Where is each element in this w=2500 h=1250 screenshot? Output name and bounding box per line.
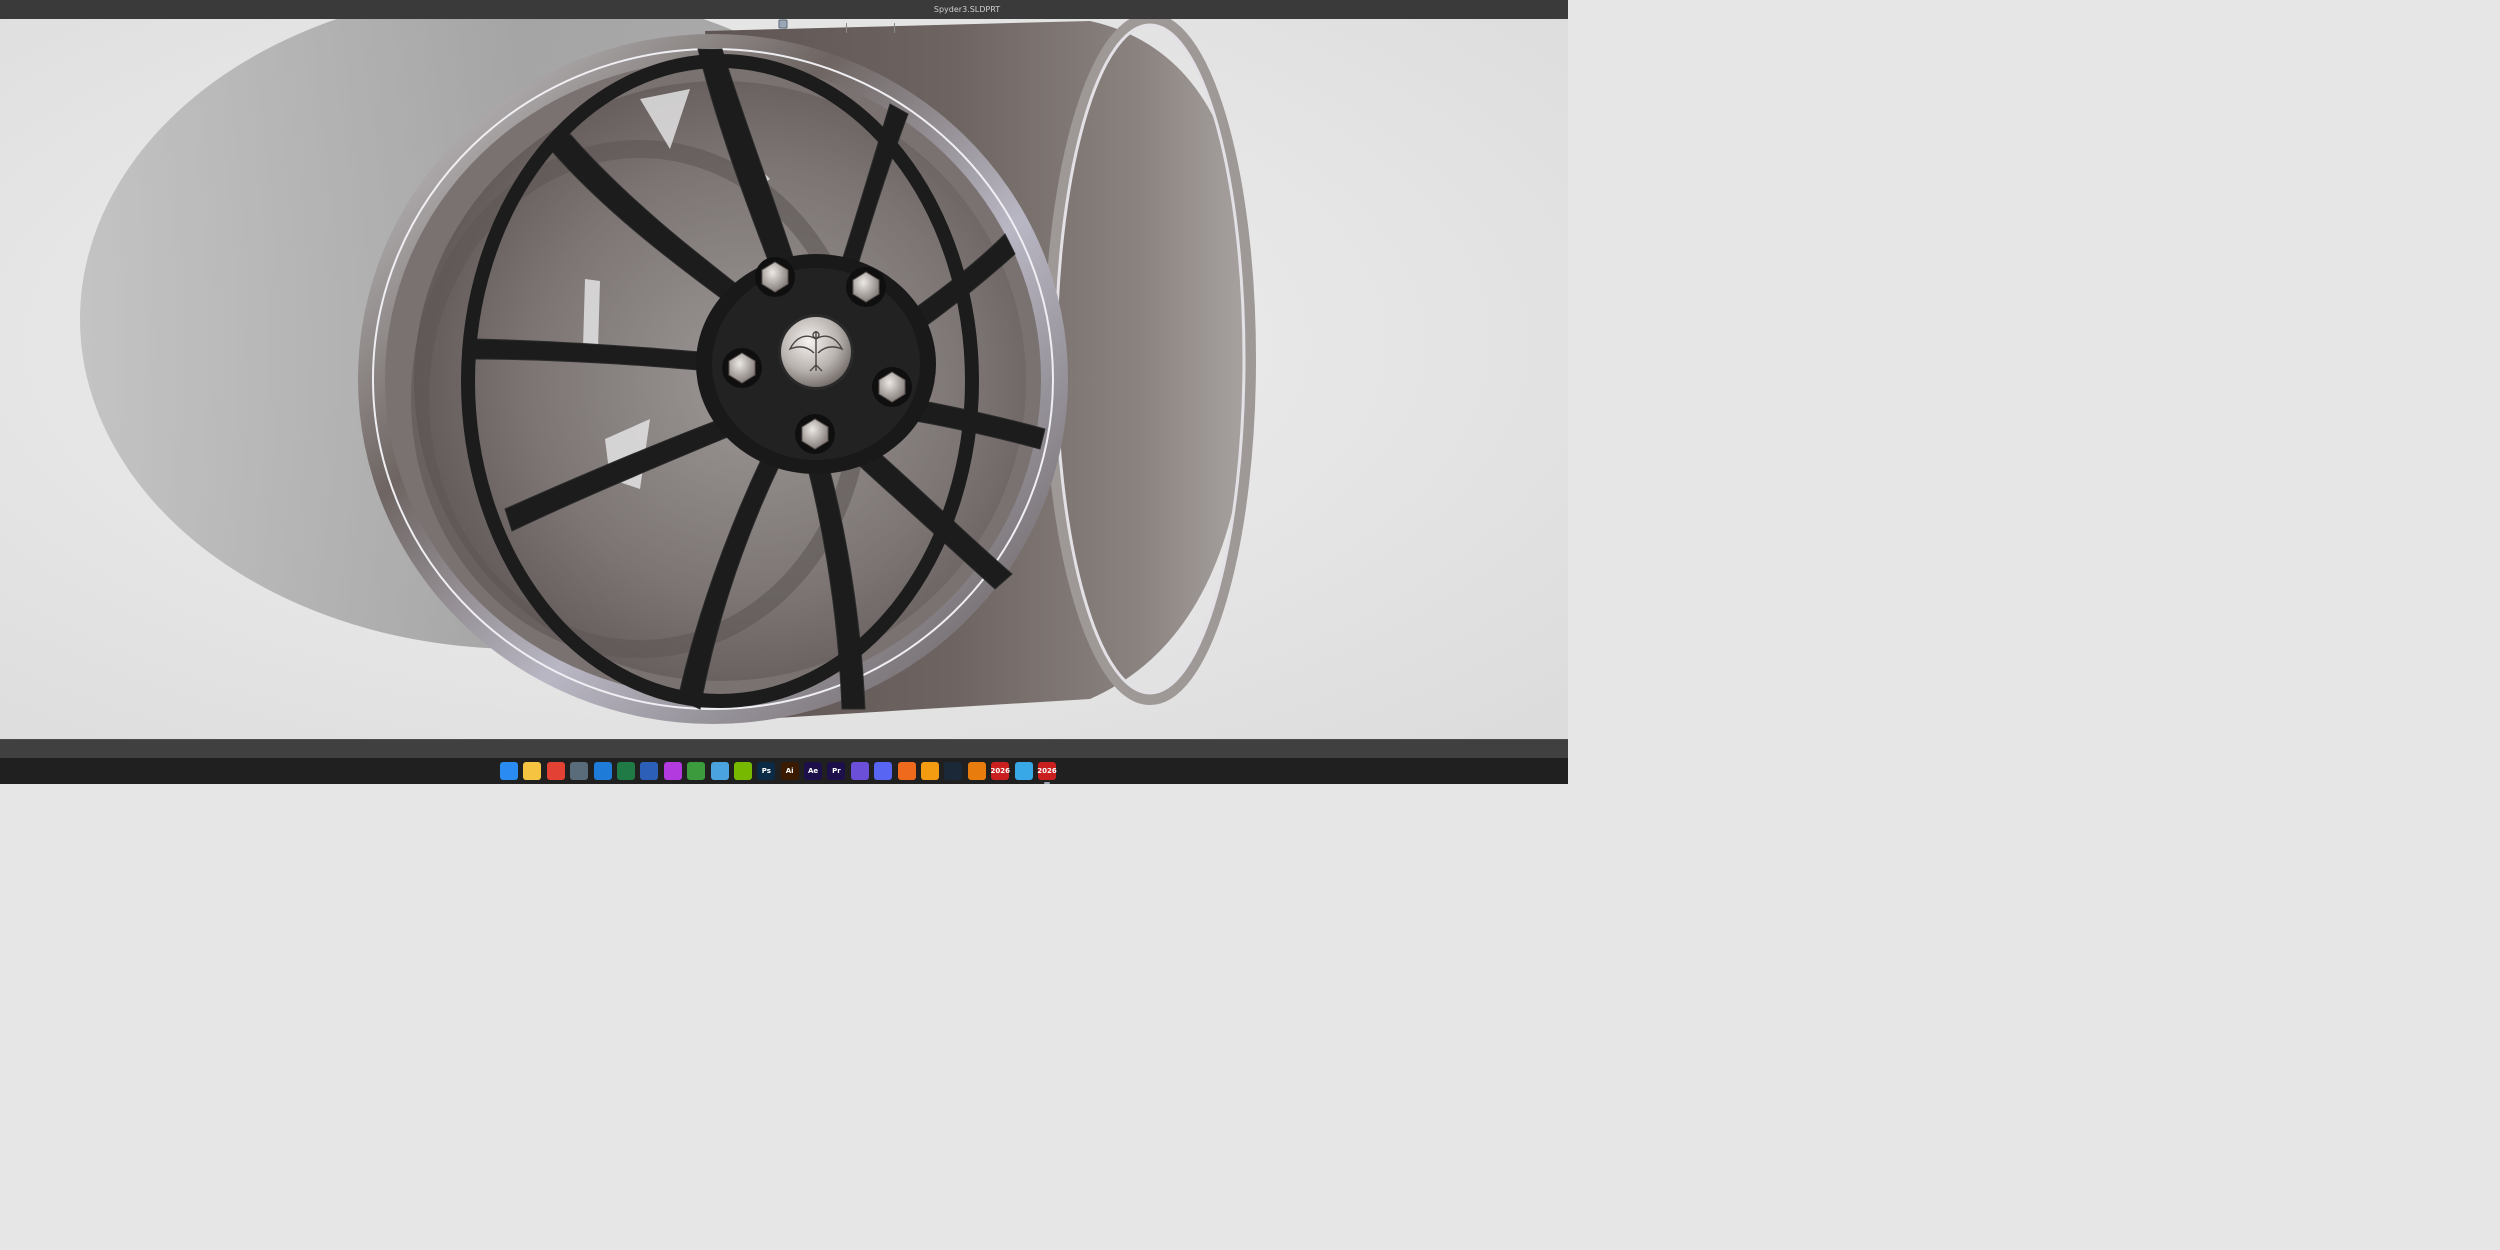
photoshop-icon[interactable]: Ps	[757, 762, 776, 780]
view-settings-icon	[778, 19, 788, 29]
discord-icon[interactable]	[874, 762, 893, 780]
lug-nut	[872, 367, 912, 407]
premiere-icon[interactable]: Pr	[827, 762, 846, 780]
center-cap	[778, 314, 854, 390]
lug-nut	[755, 257, 795, 297]
display-style-button[interactable]	[778, 19, 863, 34]
word-icon[interactable]	[640, 762, 659, 780]
lug-nut	[846, 267, 886, 307]
nvidia-icon[interactable]	[733, 762, 752, 780]
taskbar-app-label: Ps	[761, 767, 771, 775]
wheel-model-render[interactable]	[0, 19, 1568, 739]
messenger-icon[interactable]	[663, 762, 682, 780]
excel-icon[interactable]	[616, 762, 635, 780]
edit-appearance-button[interactable]	[778, 19, 889, 34]
toolbar-separator	[894, 23, 895, 33]
lug-nut	[795, 414, 835, 454]
solidworks-2026-icon[interactable]: 2026	[990, 762, 1010, 780]
windows-taskbar: Ps Ai Ae Pr 2026 2026	[0, 758, 1568, 784]
illustrator-icon[interactable]: Ai	[780, 762, 799, 780]
taskbar-app-label: Ai	[785, 767, 794, 775]
after-effects-icon[interactable]: Ae	[804, 762, 823, 780]
file-explorer-icon[interactable]	[523, 762, 542, 780]
window-title: Spyder3.SLDPRT	[933, 5, 1001, 14]
zoom-to-area-button[interactable]	[778, 19, 802, 34]
notepad-icon[interactable]	[710, 762, 729, 780]
steam-icon[interactable]	[944, 762, 963, 780]
taskbar-app-label: 2026	[990, 767, 1010, 775]
title-bar: Spyder3.SLDPRT	[0, 0, 1568, 19]
task-manager-icon[interactable]	[850, 762, 869, 780]
previous-view-button[interactable]	[778, 19, 815, 34]
cube-app-icon[interactable]	[1014, 762, 1033, 780]
section-view-button[interactable]	[778, 19, 828, 34]
view-orientation-button[interactable]	[778, 19, 841, 34]
view-settings-button[interactable]	[778, 19, 924, 34]
lug-nut	[722, 348, 762, 388]
taskbar-app-label: 2026	[1037, 767, 1057, 775]
taskbar-app-label: Ae	[807, 767, 819, 775]
chrome-icon[interactable]	[546, 762, 565, 780]
solidworks-2026-active-icon[interactable]: 2026	[1037, 762, 1057, 784]
toolbar-separator	[846, 23, 847, 33]
origin-icon[interactable]	[897, 762, 916, 780]
hide-show-items-button[interactable]	[778, 19, 876, 34]
windows-start-icon[interactable]	[500, 762, 518, 780]
apply-scene-button[interactable]	[778, 19, 911, 34]
xbox-icon[interactable]	[687, 762, 706, 780]
status-bar	[0, 739, 1568, 759]
fusion-icon[interactable]	[921, 762, 940, 780]
calendar-icon[interactable]	[593, 762, 612, 780]
heads-up-view-toolbar	[778, 19, 924, 37]
graphics-area[interactable]	[0, 19, 1568, 739]
taskbar-app-list: Ps Ai Ae Pr 2026 2026	[500, 762, 1057, 784]
blender-icon[interactable]	[967, 762, 986, 780]
taskbar-app-label: Pr	[832, 767, 841, 775]
calculator-icon[interactable]	[570, 762, 589, 780]
